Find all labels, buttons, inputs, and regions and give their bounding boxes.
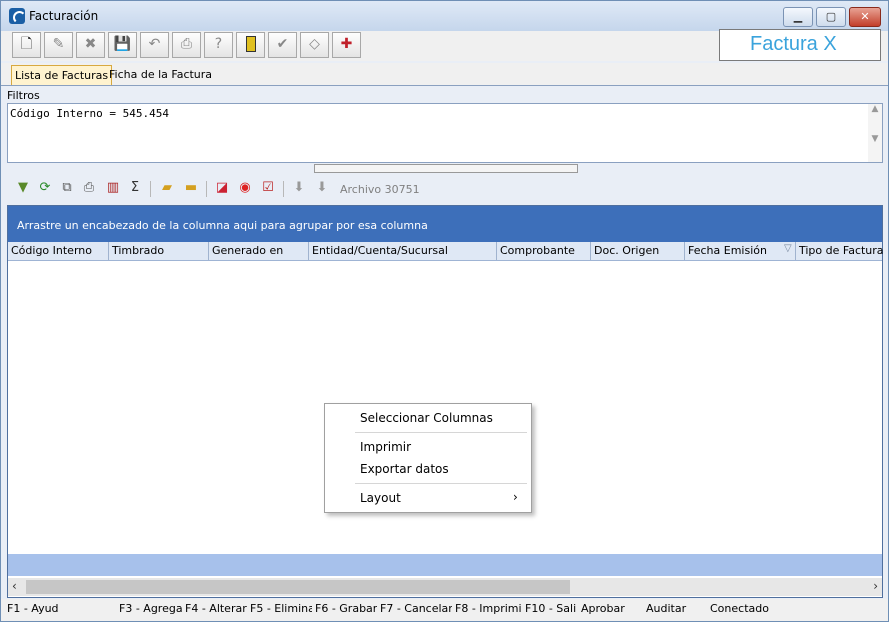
group-hint: Arrastre un encabezado de la columna aqu… <box>17 219 428 232</box>
column-header[interactable]: Fecha Emisión <box>684 242 795 260</box>
context-menu: Seleccionar Columnas Imprimir Exportar d… <box>324 403 532 513</box>
menu-item-exportar-datos[interactable]: Exportar datos <box>360 462 449 476</box>
columns-icon[interactable]: ▥ <box>105 180 121 196</box>
cancel-icon[interactable]: ✚ <box>332 32 361 58</box>
menu-separator <box>355 432 527 433</box>
close-button[interactable]: ✕ <box>849 7 881 27</box>
maximize-button[interactable]: ▢ <box>816 7 846 27</box>
column-header[interactable]: Entidad/Cuenta/Sucursal <box>308 242 496 260</box>
submenu-arrow-icon: › <box>513 490 518 504</box>
column-header[interactable]: Doc. Origen <box>590 242 684 260</box>
column-header-row: Código Interno Timbrado Generado en Enti… <box>8 242 883 261</box>
grid-footer <box>8 554 882 576</box>
logo-text: Factura X <box>750 33 837 55</box>
exit-icon[interactable] <box>236 32 265 58</box>
status-f3[interactable]: F3 - Agrega <box>119 602 183 615</box>
print-icon[interactable]: ⎙ <box>172 32 201 58</box>
filters-box[interactable]: Código Interno = 545.454 ▲ ▼ <box>7 103 883 163</box>
delete-icon[interactable]: ✖ <box>76 32 105 58</box>
menu-separator <box>355 483 527 484</box>
group-by-bar[interactable]: Arrastre un encabezado de la columna aqu… <box>8 206 882 242</box>
refresh-icon[interactable]: ⟳ <box>37 180 53 196</box>
status-f5[interactable]: F5 - Elimina <box>250 602 312 615</box>
app-icon <box>9 8 26 24</box>
separator <box>206 181 207 197</box>
status-f8[interactable]: F8 - Imprimi <box>455 602 521 615</box>
archivo-label: Archivo 30751 <box>340 183 420 196</box>
new-document-icon[interactable]: 🗋 <box>12 32 41 58</box>
grid-toolbar: ▼ ⟳ ⧉ ⎙ ▥ Σ ▰ ▬ ◪ ◉ ☑ ⬇ ⬇ Archivo 30751 <box>7 177 881 201</box>
status-f4[interactable]: F4 - Alterar <box>185 602 247 615</box>
column-header[interactable]: Generado en <box>208 242 308 260</box>
minimize-button[interactable]: ▁ <box>783 7 813 27</box>
save-icon[interactable]: 💾 <box>108 32 137 58</box>
tab-ficha-de-la-factura[interactable]: Ficha de la Factura <box>106 65 215 84</box>
scroll-right-icon[interactable]: › <box>873 579 878 593</box>
status-f6[interactable]: F6 - Grabar <box>315 602 377 615</box>
title-bar: Facturación ▁ ▢ ✕ <box>1 1 888 31</box>
status-conectado: Conectado <box>710 602 769 615</box>
logo: Factura X <box>719 29 881 61</box>
status-f7[interactable]: F7 - Cancelar <box>380 602 452 615</box>
copy-icon[interactable]: ⧉ <box>59 180 75 196</box>
filters-text: Código Interno = 545.454 <box>10 107 169 120</box>
export-icon[interactable]: ◪ <box>214 180 230 196</box>
status-auditar[interactable]: Auditar <box>646 602 706 615</box>
edit-icon[interactable]: ✎ <box>44 32 73 58</box>
scroll-left-icon[interactable]: ‹ <box>12 579 17 593</box>
filter-icon[interactable]: ▼ <box>15 180 31 196</box>
menu-item-seleccionar-columnas[interactable]: Seleccionar Columnas <box>360 411 493 425</box>
check-icon[interactable]: ✔ <box>268 32 297 58</box>
splitter-handle[interactable] <box>314 164 578 173</box>
clock-icon[interactable]: ◉ <box>237 180 253 196</box>
horizontal-scrollbar[interactable]: ‹ › <box>8 578 882 596</box>
expand-down-icon[interactable]: ⬇ <box>291 180 307 196</box>
separator <box>283 181 284 197</box>
collapse-down-icon[interactable]: ⬇ <box>314 180 330 196</box>
column-header[interactable]: Código Interno <box>8 242 107 260</box>
column-header[interactable]: Timbrado <box>108 242 208 260</box>
invoice-grid[interactable]: Arrastre un encabezado de la columna aqu… <box>7 205 883 598</box>
report-icon[interactable]: ☑ <box>260 180 276 196</box>
sort-filter-icon[interactable]: ▽ <box>784 243 792 254</box>
print-grid-icon[interactable]: ⎙ <box>81 180 97 196</box>
eraser-icon[interactable]: ◇ <box>300 32 329 58</box>
tab-bar: Lista de Facturas Ficha de la Factura <box>1 63 888 86</box>
separator <box>150 181 151 197</box>
open-folder-icon[interactable]: ▰ <box>159 180 175 196</box>
column-header[interactable]: Tipo de Factura <box>795 242 883 260</box>
menu-item-imprimir[interactable]: Imprimir <box>360 440 411 454</box>
tab-lista-de-facturas[interactable]: Lista de Facturas <box>11 65 113 85</box>
window-title: Facturación <box>29 9 99 23</box>
application-window: Facturación ▁ ▢ ✕ 🗋 ✎ ✖ 💾 ↶ ⎙ ? ✔ ◇ ✚ Fa… <box>0 0 889 622</box>
column-header[interactable]: Comprobante <box>496 242 590 260</box>
sum-icon[interactable]: Σ <box>127 180 143 196</box>
status-bar: F1 - Ayud F3 - Agrega F4 - Alterar F5 - … <box>1 599 888 621</box>
scroll-thumb[interactable] <box>26 580 570 594</box>
status-aprobar[interactable]: Aprobar <box>581 602 641 615</box>
undo-icon[interactable]: ↶ <box>140 32 169 58</box>
status-f1[interactable]: F1 - Ayud <box>7 602 63 615</box>
help-icon[interactable]: ? <box>204 32 233 58</box>
menu-item-layout[interactable]: Layout <box>360 491 401 505</box>
status-f10[interactable]: F10 - Salir <box>525 602 577 615</box>
folder-icon[interactable]: ▬ <box>183 180 199 196</box>
filters-scrollbar[interactable]: ▲ ▼ <box>868 104 882 162</box>
filters-header: Filtros <box>7 89 40 102</box>
